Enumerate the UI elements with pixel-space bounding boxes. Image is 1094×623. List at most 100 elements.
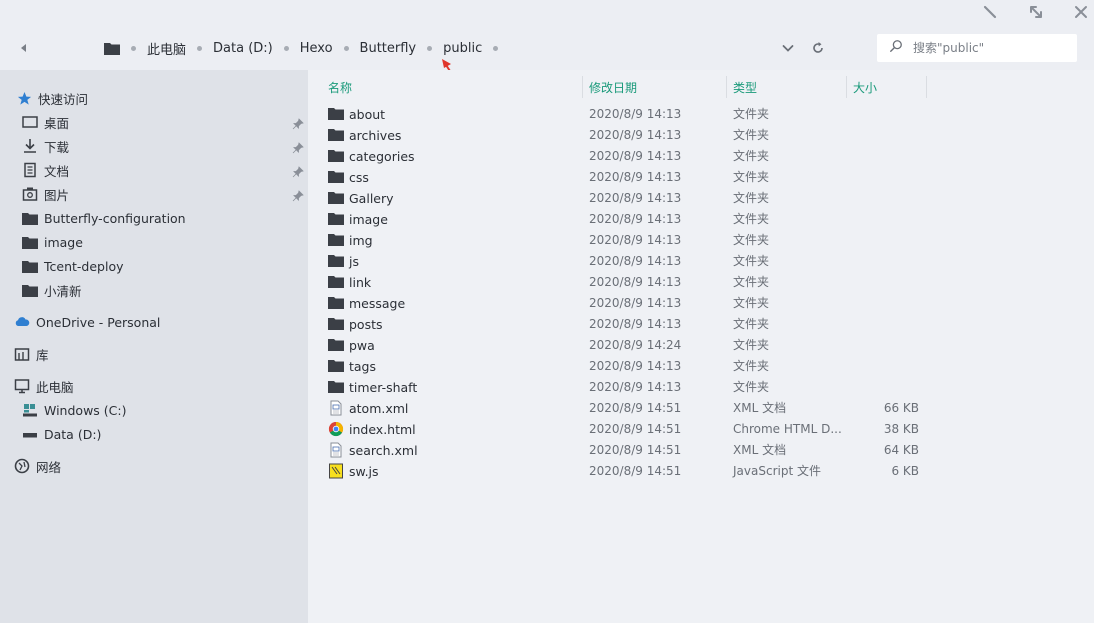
file-row[interactable]: posts 2020/8/9 14:13 文件夹 xyxy=(328,314,1088,335)
file-row[interactable]: atom.xml 2020/8/9 14:51 XML 文档 66 KB xyxy=(328,398,1088,419)
file-name[interactable]: Gallery xyxy=(349,188,394,209)
file-row[interactable]: categories 2020/8/9 14:13 文件夹 xyxy=(328,146,1088,167)
star-icon xyxy=(16,90,32,106)
sidebar-item-drive-d[interactable]: Data (D:) xyxy=(22,423,101,445)
pin-icon[interactable] xyxy=(292,142,304,154)
file-name[interactable]: js xyxy=(349,251,359,272)
file-type: 文件夹 xyxy=(733,317,770,331)
sidebar-item-xiaoqingxin[interactable]: 小清新 xyxy=(22,279,82,301)
file-size xyxy=(858,356,919,377)
pin-icon[interactable] xyxy=(292,190,304,202)
back-icon[interactable] xyxy=(16,40,32,56)
sidebar-item-this-pc[interactable]: 此电脑 xyxy=(14,375,74,397)
file-row[interactable]: message 2020/8/9 14:13 文件夹 xyxy=(328,293,1088,314)
sidebar-item-pictures[interactable]: 图片 xyxy=(22,183,69,205)
chevron-down-icon[interactable] xyxy=(780,40,796,56)
search-box[interactable] xyxy=(877,34,1077,62)
breadcrumb-item[interactable]: Hexo xyxy=(300,41,333,56)
folder-icon[interactable] xyxy=(104,42,120,55)
sidebar-item-label: Butterfly-configuration xyxy=(44,210,186,226)
file-row[interactable]: about 2020/8/9 14:13 文件夹 xyxy=(328,104,1088,125)
file-name[interactable]: atom.xml xyxy=(349,398,408,419)
refresh-icon[interactable] xyxy=(810,40,826,56)
column-header-date[interactable]: 修改日期 xyxy=(583,76,727,98)
pin-icon[interactable] xyxy=(292,166,304,178)
address-toolbar: 此电脑 Data (D:) Hexo Butterfly public xyxy=(0,28,1094,68)
breadcrumb-item-current[interactable]: public xyxy=(443,41,482,56)
file-name[interactable]: sw.js xyxy=(349,461,379,482)
breadcrumb-item[interactable]: Butterfly xyxy=(360,41,417,56)
sidebar-item-network[interactable]: 网络 xyxy=(14,455,61,477)
file-name[interactable]: index.html xyxy=(349,419,416,440)
breadcrumb: 此电脑 Data (D:) Hexo Butterfly public xyxy=(104,39,509,58)
file-name[interactable]: search.xml xyxy=(349,440,418,461)
sidebar-item-onedrive[interactable]: OneDrive - Personal xyxy=(14,311,160,333)
column-header-name[interactable]: 名称 xyxy=(322,76,583,98)
file-name[interactable]: timer-shaft xyxy=(349,377,417,398)
close-icon[interactable] xyxy=(1073,4,1089,20)
file-row[interactable]: pwa 2020/8/9 14:24 文件夹 xyxy=(328,335,1088,356)
file-row[interactable]: image 2020/8/9 14:13 文件夹 xyxy=(328,209,1088,230)
breadcrumb-item[interactable]: Data (D:) xyxy=(213,41,273,56)
sidebar-item-label: Windows (C:) xyxy=(44,402,127,418)
file-row[interactable]: Gallery 2020/8/9 14:13 文件夹 xyxy=(328,188,1088,209)
file-name[interactable]: archives xyxy=(349,125,401,146)
file-name[interactable]: posts xyxy=(349,314,383,335)
sidebar-item-quick-access[interactable]: 快速访问 xyxy=(16,87,88,109)
file-row[interactable]: search.xml 2020/8/9 14:51 XML 文档 64 KB xyxy=(328,440,1088,461)
file-row[interactable]: sw.js 2020/8/9 14:51 JavaScript 文件 6 KB xyxy=(328,461,1088,482)
file-type: 文件夹 xyxy=(733,149,770,163)
file-name[interactable]: img xyxy=(349,230,373,251)
file-row[interactable]: img 2020/8/9 14:13 文件夹 xyxy=(328,230,1088,251)
file-row[interactable]: css 2020/8/9 14:13 文件夹 xyxy=(328,167,1088,188)
sidebar-item-butterfly-configuration[interactable]: Butterfly-configuration xyxy=(22,207,186,229)
navigation-pane: 快速访问 桌面 下载 文档 图片 Butterfly-configuration… xyxy=(0,70,308,623)
maximize-icon[interactable] xyxy=(1028,4,1044,20)
sidebar-item-label: 快速访问 xyxy=(38,91,89,107)
file-row[interactable]: archives 2020/8/9 14:13 文件夹 xyxy=(328,125,1088,146)
file-row[interactable]: timer-shaft 2020/8/9 14:13 文件夹 xyxy=(328,377,1088,398)
sidebar-item-tcent-deploy[interactable]: Tcent-deploy xyxy=(22,255,124,277)
folder-icon xyxy=(328,274,344,290)
file-name[interactable]: css xyxy=(349,167,369,188)
file-type: 文件夹 xyxy=(733,191,770,205)
sidebar-item-drive-c[interactable]: Windows (C:) xyxy=(22,399,126,421)
file-name[interactable]: tags xyxy=(349,356,376,377)
file-name[interactable]: pwa xyxy=(349,335,375,356)
file-size xyxy=(858,167,919,188)
file-list-pane: 名称 修改日期 类型 大小 about 2020/8/9 14:13 文件夹 arch… xyxy=(308,70,1094,623)
column-header-type[interactable]: 类型 xyxy=(727,76,847,98)
file-row[interactable]: index.html 2020/8/9 14:51 Chrome HTML D...… xyxy=(328,419,1088,440)
file-name[interactable]: link xyxy=(349,272,371,293)
sidebar-item-label: 小清新 xyxy=(44,283,82,299)
pin-icon[interactable] xyxy=(292,118,304,130)
file-row[interactable]: js 2020/8/9 14:13 文件夹 xyxy=(328,251,1088,272)
file-date: 2020/8/9 14:13 xyxy=(589,317,682,331)
folder-icon xyxy=(22,234,38,250)
file-name[interactable]: about xyxy=(349,104,385,125)
sidebar-item-desktop[interactable]: 桌面 xyxy=(22,111,69,133)
breadcrumb-item[interactable]: 此电脑 xyxy=(147,39,186,58)
pictures-icon xyxy=(22,186,38,202)
file-name[interactable]: message xyxy=(349,293,405,314)
file-type: XML 文档 xyxy=(733,443,787,457)
sidebar-item-image[interactable]: image xyxy=(22,231,83,253)
file-name[interactable]: categories xyxy=(349,146,415,167)
file-row[interactable]: tags 2020/8/9 14:13 文件夹 xyxy=(328,356,1088,377)
file-name[interactable]: image xyxy=(349,209,388,230)
file-size xyxy=(858,314,919,335)
search-input[interactable] xyxy=(913,41,1063,55)
folder-icon xyxy=(328,295,344,311)
column-header-size[interactable]: 大小 xyxy=(847,76,927,98)
minimize-icon[interactable] xyxy=(982,4,998,20)
sidebar-item-downloads[interactable]: 下载 xyxy=(22,135,69,157)
folder-icon xyxy=(328,316,344,332)
file-date: 2020/8/9 14:51 xyxy=(589,443,682,457)
sidebar-item-documents[interactable]: 文档 xyxy=(22,159,69,181)
file-type: 文件夹 xyxy=(733,128,770,142)
search-icon xyxy=(889,39,903,57)
breadcrumb-separator[interactable] xyxy=(493,45,499,51)
file-type: JavaScript 文件 xyxy=(733,464,821,478)
file-row[interactable]: link 2020/8/9 14:13 文件夹 xyxy=(328,272,1088,293)
sidebar-item-library[interactable]: 库 xyxy=(14,343,49,365)
